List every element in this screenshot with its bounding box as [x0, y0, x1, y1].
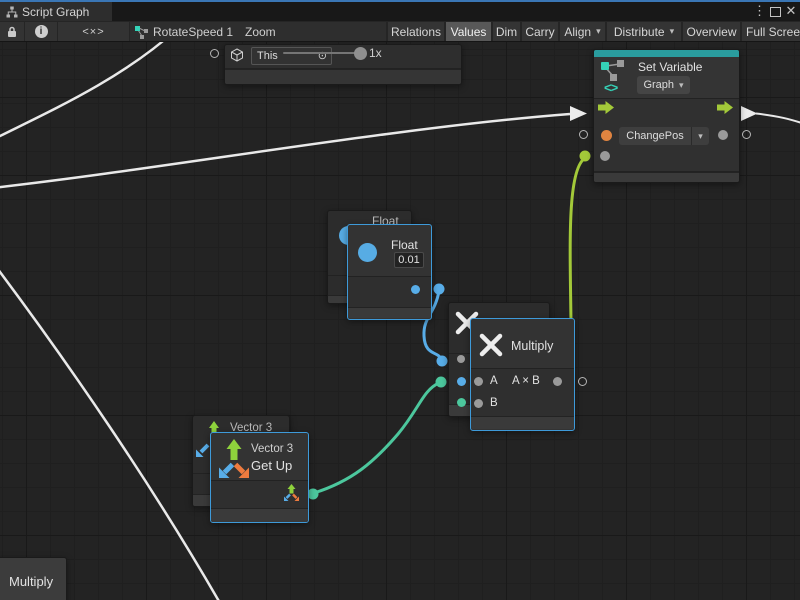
- variable-name-dropdown[interactable]: ChangePos: [619, 127, 692, 145]
- zoom-label: Zoom: [245, 25, 276, 39]
- graph-toolbar: i <×> RotateSpeed 1 Zoom 1x Relations Va…: [0, 21, 800, 42]
- title-bar: Script Graph ⋮ ✕: [0, 0, 800, 21]
- dropdown-arrow-icon: ▾: [698, 131, 703, 142]
- float-value-field[interactable]: 0.01: [394, 252, 424, 268]
- dropdown-arrow-icon: ▾: [679, 80, 684, 91]
- toolbar-button-relations[interactable]: Relations: [388, 22, 444, 41]
- set-variable-right-ring[interactable]: [742, 130, 751, 139]
- lock-button[interactable]: [0, 22, 24, 41]
- node-footer: [471, 416, 574, 429]
- node-title: Vector 3: [251, 443, 293, 455]
- toolbar-button-carry[interactable]: Carry: [522, 22, 558, 41]
- float-node[interactable]: Float 0.01: [347, 224, 432, 320]
- node-title: Multiply: [511, 339, 553, 353]
- variable-scope-dropdown[interactable]: Graph ▾: [637, 76, 690, 94]
- variable-kind-bar: [594, 50, 739, 57]
- variable-name-dropdown-arrow[interactable]: ▾: [692, 127, 709, 145]
- float-output-port[interactable]: [411, 285, 420, 294]
- info-icon: i: [35, 25, 48, 38]
- variable-scope-value: Graph: [643, 79, 674, 91]
- object-picker-icon[interactable]: ⊙: [318, 49, 327, 62]
- multiply-a-port[interactable]: [474, 377, 483, 386]
- toolbar-button-dim[interactable]: Dim: [493, 22, 520, 41]
- button-label: Distribute: [614, 25, 665, 39]
- vector3-output-icon: [282, 483, 301, 502]
- control-input-port[interactable]: [598, 101, 614, 114]
- dropdown-arrow-icon: ▾: [670, 26, 675, 37]
- float-value: 0.01: [398, 254, 419, 266]
- code-view-button[interactable]: <×>: [58, 22, 129, 41]
- window-maximize-icon[interactable]: [770, 7, 781, 17]
- input-a-label: A: [490, 375, 498, 387]
- info-button[interactable]: i: [25, 22, 57, 41]
- lock-icon: [7, 26, 17, 38]
- tab-label: Script Graph: [22, 5, 89, 19]
- graph-brackets-icon: <>: [604, 80, 617, 95]
- toolbar-button-distribute[interactable]: Distribute ▾: [607, 22, 681, 41]
- value-input-port[interactable]: [600, 151, 610, 161]
- gameobject-field-value: This: [257, 50, 278, 62]
- button-label: Overview: [686, 25, 736, 39]
- button-label: Carry: [525, 25, 554, 39]
- vector3-downleft-arrow-icon: [195, 442, 211, 458]
- get-up-node[interactable]: Vector 3 Get Up: [210, 432, 309, 523]
- control-output-port[interactable]: [717, 101, 733, 114]
- back-multiply-blue-port[interactable]: [457, 377, 466, 386]
- multiply-right-ring[interactable]: [578, 377, 587, 386]
- float-icon: [358, 243, 377, 262]
- button-label: Relations: [391, 25, 441, 39]
- node-footer: [225, 69, 461, 84]
- output-label: A × B: [512, 375, 540, 387]
- multiply-node[interactable]: Multiply A A × B B: [470, 318, 575, 431]
- this-node[interactable]: This ⊙: [224, 44, 462, 85]
- variable-input-port[interactable]: [601, 130, 612, 141]
- node-footer: [594, 172, 739, 182]
- graph-breadcrumb[interactable]: RotateSpeed 1: [153, 25, 233, 39]
- toolbar-button-align[interactable]: Align ▾: [560, 22, 605, 41]
- input-b-label: B: [490, 397, 498, 409]
- button-label: Dim: [496, 25, 517, 39]
- focus-indicator-line: [0, 0, 800, 2]
- tab-script-graph[interactable]: Script Graph: [0, 2, 112, 21]
- gameobject-field[interactable]: This ⊙: [251, 47, 332, 65]
- code-icon: <×>: [82, 26, 104, 38]
- node-subtitle: Get Up: [251, 458, 292, 473]
- set-variable-left-ring[interactable]: [579, 130, 588, 139]
- button-label: Full Screen: [746, 25, 800, 39]
- multiply-node-corner[interactable]: Multiply: [0, 557, 67, 600]
- graph-info-section: RotateSpeed 1 Zoom: [130, 22, 386, 41]
- variable-name-value: ChangePos: [626, 130, 684, 142]
- zoom-value: 1x: [369, 46, 382, 60]
- node-title: Set Variable: [638, 60, 702, 74]
- script-graph-window: Float Vector 3 This ⊙: [0, 0, 800, 600]
- graph-asset-icon: [135, 25, 149, 39]
- vector3-icon: [216, 437, 252, 479]
- multiply-icon: [478, 330, 504, 360]
- node-footer: [348, 307, 431, 318]
- zoom-slider-handle[interactable]: [354, 47, 367, 60]
- toolbar-button-full-screen[interactable]: Full Screen: [742, 22, 800, 41]
- multiply-b-port[interactable]: [474, 399, 483, 408]
- this-unconnected-ring[interactable]: [210, 49, 219, 58]
- multiply-result-port[interactable]: [553, 377, 562, 386]
- button-label: Values: [451, 25, 487, 39]
- gameobject-cube-icon: [230, 48, 244, 62]
- set-variable-node[interactable]: <> Set Variable Graph ▾ ChangePos ▾: [593, 49, 740, 183]
- window-close-icon[interactable]: ✕: [784, 2, 798, 21]
- window-menu-icon[interactable]: ⋮: [753, 2, 765, 21]
- back-multiply-a-port[interactable]: [457, 355, 465, 363]
- dropdown-arrow-icon: ▾: [596, 26, 601, 37]
- back-multiply-teal-port[interactable]: [457, 398, 466, 407]
- button-label: Align: [564, 25, 591, 39]
- zoom-slider-track[interactable]: [283, 52, 357, 54]
- node-title: Float: [391, 238, 418, 252]
- node-title: Multiply: [9, 574, 53, 589]
- toolbar-button-values[interactable]: Values: [446, 22, 491, 41]
- graph-tab-icon: [6, 6, 18, 18]
- toolbar-button-overview[interactable]: Overview: [683, 22, 740, 41]
- node-footer: [211, 508, 308, 522]
- variable-output-port[interactable]: [718, 130, 728, 140]
